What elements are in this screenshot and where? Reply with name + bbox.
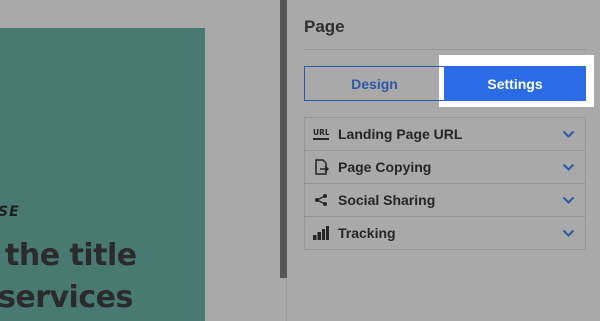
url-icon: URL <box>313 126 329 142</box>
panel-title: Page <box>304 17 345 36</box>
chevron-down-icon <box>561 127 575 141</box>
page-canvas: SE the title services <box>0 0 280 321</box>
divider <box>304 49 586 50</box>
panel-resize-handle[interactable] <box>280 0 287 278</box>
accordion-label: Tracking <box>338 225 396 241</box>
accordion-landing-page-url[interactable]: URL Landing Page URL <box>305 118 585 151</box>
tab-design[interactable]: Design <box>304 66 445 101</box>
page-copy-icon <box>313 159 329 175</box>
chevron-down-icon <box>561 160 575 174</box>
accordion-label: Page Copying <box>338 159 432 175</box>
accordion-page-copying[interactable]: Page Copying <box>305 151 585 184</box>
share-icon <box>313 192 329 208</box>
accordion-label: Social Sharing <box>338 192 436 208</box>
chevron-down-icon <box>561 193 575 207</box>
tab-settings[interactable]: Settings <box>444 66 586 101</box>
bar-chart-icon <box>313 225 329 241</box>
chevron-down-icon <box>561 226 575 240</box>
accordion-tracking[interactable]: Tracking <box>305 217 585 250</box>
accordion-social-sharing[interactable]: Social Sharing <box>305 184 585 217</box>
settings-accordion: URL Landing Page URL Page Copying Social… <box>304 117 586 250</box>
hero-title-line-2: services <box>0 280 133 315</box>
svg-text:URL: URL <box>313 128 329 137</box>
preview-hero-section[interactable]: SE the title services <box>0 28 205 321</box>
hero-eyebrow-text: SE <box>0 204 20 220</box>
settings-panel: Page Design Settings URL Landing Page UR… <box>288 0 600 321</box>
accordion-label: Landing Page URL <box>338 126 463 142</box>
hero-title-line-1: the title <box>5 238 137 273</box>
